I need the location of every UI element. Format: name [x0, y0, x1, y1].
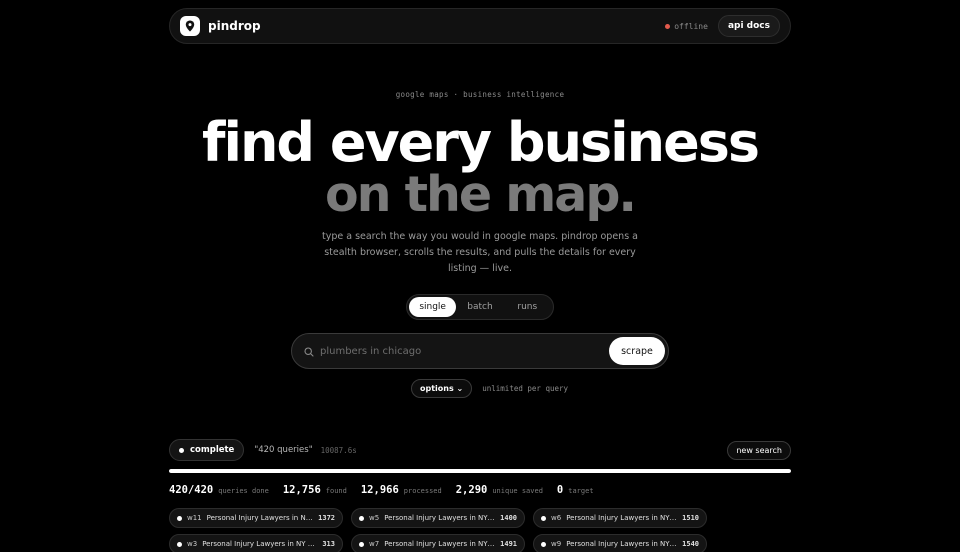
mode-tabs: single batch runs: [406, 294, 554, 320]
worker-query: Personal Injury Lawyers in NY 13…: [566, 514, 678, 522]
run-status-badge: complete: [169, 439, 245, 461]
tab-runs[interactable]: runs: [504, 297, 551, 317]
new-search-button[interactable]: new search: [727, 440, 791, 460]
run-stats: 420/420 queries done 12,756 found 12,966…: [169, 484, 608, 496]
tab-batch[interactable]: batch: [456, 297, 503, 317]
stat-label: unique saved: [492, 487, 543, 495]
hero-description: type a search the way you would in googl…: [321, 231, 638, 274]
stat-label: queries done: [218, 487, 269, 495]
scrape-button[interactable]: scrape: [609, 337, 665, 365]
worker-query: Personal Injury Lawyers in NY 14…: [206, 514, 314, 522]
worker-status-dot-icon: [359, 541, 364, 547]
stat-value: 12,966: [360, 484, 399, 496]
top-navbar: pindrop offline api docs: [169, 8, 791, 44]
worker-chip: w9 Personal Injury Lawyers in NY 13… 154…: [533, 534, 707, 552]
run-progress-bar: [169, 469, 791, 473]
worker-query: Personal Injury Lawyers in NY 12419: [202, 540, 318, 548]
worker-list: w11 Personal Injury Lawyers in NY 14… 13…: [169, 508, 711, 552]
options-dropdown-button[interactable]: options ⌄: [411, 379, 473, 398]
worker-id: w9: [551, 540, 562, 548]
stat-label: target: [568, 487, 594, 495]
run-elapsed: 10087.6s: [320, 445, 357, 455]
run-status-text: complete: [190, 445, 235, 455]
worker-count: 1491: [500, 540, 517, 548]
worker-chip: w11 Personal Injury Lawyers in NY 14… 13…: [169, 508, 343, 528]
run-query: "420 queries": [254, 445, 313, 455]
worker-query: Personal Injury Lawyers in NY 14…: [384, 514, 496, 522]
status-text: offline: [674, 21, 708, 31]
worker-query: Personal Injury Lawyers in NY 13…: [566, 540, 678, 548]
worker-id: w11: [187, 514, 202, 522]
stat-target: 0 target: [557, 484, 594, 496]
search-bar: scrape: [291, 333, 669, 369]
worker-status-dot-icon: [177, 541, 182, 547]
stat-value: 2,290: [455, 484, 488, 496]
map-pin-icon: [180, 16, 200, 36]
worker-status-dot-icon: [541, 541, 546, 547]
run-status-row: complete "420 queries" 10087.6s new sear…: [169, 439, 791, 461]
worker-chip: w5 Personal Injury Lawyers in NY 14… 140…: [351, 508, 525, 528]
worker-id: w7: [369, 540, 380, 548]
worker-chip: w3 Personal Injury Lawyers in NY 12419 3…: [169, 534, 343, 552]
worker-status-dot-icon: [359, 515, 364, 521]
stat-processed: 12,966 processed: [361, 484, 442, 496]
run-progress-fill: [169, 469, 791, 473]
headline-line-2: on the map.: [324, 166, 637, 223]
worker-count: 313: [322, 540, 335, 548]
status-dot-icon: [665, 23, 671, 29]
stat-found: 12,756 found: [283, 484, 347, 496]
worker-chip: w6 Personal Injury Lawyers in NY 13… 151…: [533, 508, 707, 528]
options-hint: unlimited per query: [482, 384, 569, 393]
worker-count: 1540: [682, 540, 699, 548]
stat-label: processed: [403, 487, 442, 495]
stat-queries-done: 420/420 queries done: [169, 484, 269, 496]
stat-value: 12,756: [282, 484, 321, 496]
stat-unique-saved: 2,290 unique saved: [456, 484, 543, 496]
worker-count: 1372: [318, 514, 335, 522]
worker-count: 1400: [500, 514, 517, 522]
tab-single[interactable]: single: [409, 297, 457, 317]
status-dot-icon: [179, 447, 184, 453]
stat-value: 0: [556, 484, 564, 496]
worker-id: w6: [551, 514, 562, 522]
headline-line-1: find every business: [201, 111, 760, 174]
eyebrow-text: google maps · business intelligence: [395, 90, 565, 99]
worker-status-dot-icon: [541, 515, 546, 521]
worker-id: w5: [369, 514, 380, 522]
stat-label: found: [325, 487, 347, 495]
worker-query: Personal Injury Lawyers in NY 14…: [384, 540, 496, 548]
worker-chip: w7 Personal Injury Lawyers in NY 14… 149…: [351, 534, 525, 552]
stat-value: 420/420: [169, 484, 214, 496]
search-icon: [304, 342, 314, 361]
connection-status: offline: [665, 22, 708, 31]
search-input[interactable]: [320, 345, 609, 357]
api-docs-button[interactable]: api docs: [717, 15, 780, 37]
worker-status-dot-icon: [177, 515, 182, 521]
worker-id: w3: [187, 540, 198, 548]
worker-count: 1510: [682, 514, 699, 522]
brand[interactable]: pindrop: [180, 16, 261, 36]
brand-name: pindrop: [208, 19, 261, 33]
